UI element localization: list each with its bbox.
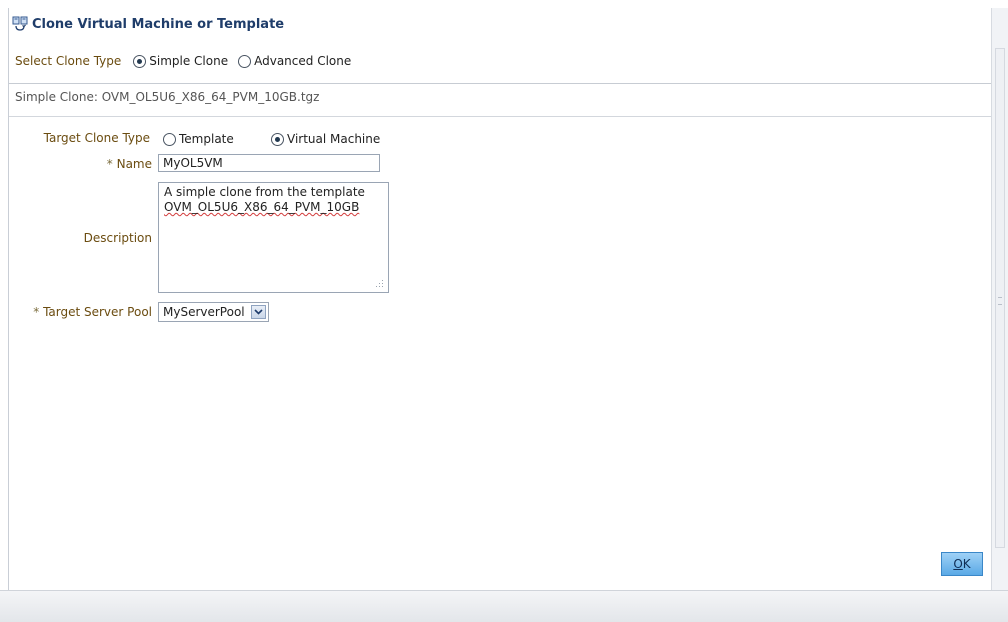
template-radio[interactable]: Template bbox=[163, 132, 234, 146]
virtual-machine-radio[interactable]: Virtual Machine bbox=[271, 132, 380, 146]
clone-type-label: Select Clone Type bbox=[15, 54, 122, 68]
advanced-clone-radio[interactable]: Advanced Clone bbox=[238, 54, 351, 68]
radio-unselected-icon bbox=[163, 132, 176, 146]
description-textarea[interactable]: A simple clone from the template OVM_OL5… bbox=[158, 182, 389, 293]
scrollbar-grip-icon bbox=[998, 297, 1002, 305]
description-label: Description bbox=[83, 231, 152, 245]
required-marker: * bbox=[33, 305, 40, 319]
virtual-machine-option-label: Virtual Machine bbox=[287, 132, 381, 146]
clone-summary: Simple Clone: OVM_OL5U6_X86_64_PVM_10GB.… bbox=[15, 90, 320, 104]
target-server-pool-select[interactable]: MyServerPool bbox=[158, 302, 269, 322]
resize-grip-icon[interactable] bbox=[376, 280, 384, 288]
name-label-text: Name bbox=[116, 157, 152, 171]
radio-unselected-icon bbox=[238, 54, 252, 68]
ok-button[interactable]: OK bbox=[941, 552, 983, 576]
simple-clone-label: Simple Clone bbox=[149, 54, 229, 68]
target-server-pool-value: MyServerPool bbox=[163, 305, 245, 319]
ok-mnemonic: O bbox=[953, 557, 963, 571]
scrollbar-thumb[interactable] bbox=[995, 48, 1005, 548]
name-label: * Name bbox=[29, 157, 152, 171]
target-server-pool-label-text: Target Server Pool bbox=[43, 305, 152, 319]
template-option-label: Template bbox=[179, 132, 234, 146]
dialog-titlebar: Clone Virtual Machine or Template bbox=[9, 8, 991, 40]
chevron-down-icon[interactable] bbox=[250, 305, 266, 319]
description-line-1: A simple clone from the template bbox=[164, 185, 365, 199]
description-line-2: OVM_OL5U6_X86_64_PVM_10GB bbox=[164, 200, 360, 214]
radio-selected-icon bbox=[271, 132, 284, 146]
divider bbox=[9, 116, 991, 117]
bottom-bar bbox=[0, 590, 1008, 622]
advanced-clone-label: Advanced Clone bbox=[254, 54, 352, 68]
required-marker: * bbox=[106, 157, 113, 171]
clone-dialog: Clone Virtual Machine or Template Select… bbox=[8, 8, 991, 590]
vertical-scrollbar[interactable] bbox=[991, 8, 1008, 590]
clone-icon bbox=[12, 16, 28, 31]
target-clone-type-label: Target Clone Type bbox=[43, 131, 150, 145]
radio-selected-icon bbox=[133, 54, 147, 68]
clone-type-row: Select Clone Type Simple Clone Advanced … bbox=[15, 52, 351, 70]
ok-label-rest: K bbox=[962, 557, 971, 571]
name-input[interactable]: MyOL5VM bbox=[158, 154, 380, 172]
dialog-title: Clone Virtual Machine or Template bbox=[32, 16, 285, 32]
target-server-pool-label: * Target Server Pool bbox=[15, 305, 152, 319]
divider bbox=[9, 83, 991, 84]
simple-clone-radio[interactable]: Simple Clone bbox=[133, 54, 228, 68]
